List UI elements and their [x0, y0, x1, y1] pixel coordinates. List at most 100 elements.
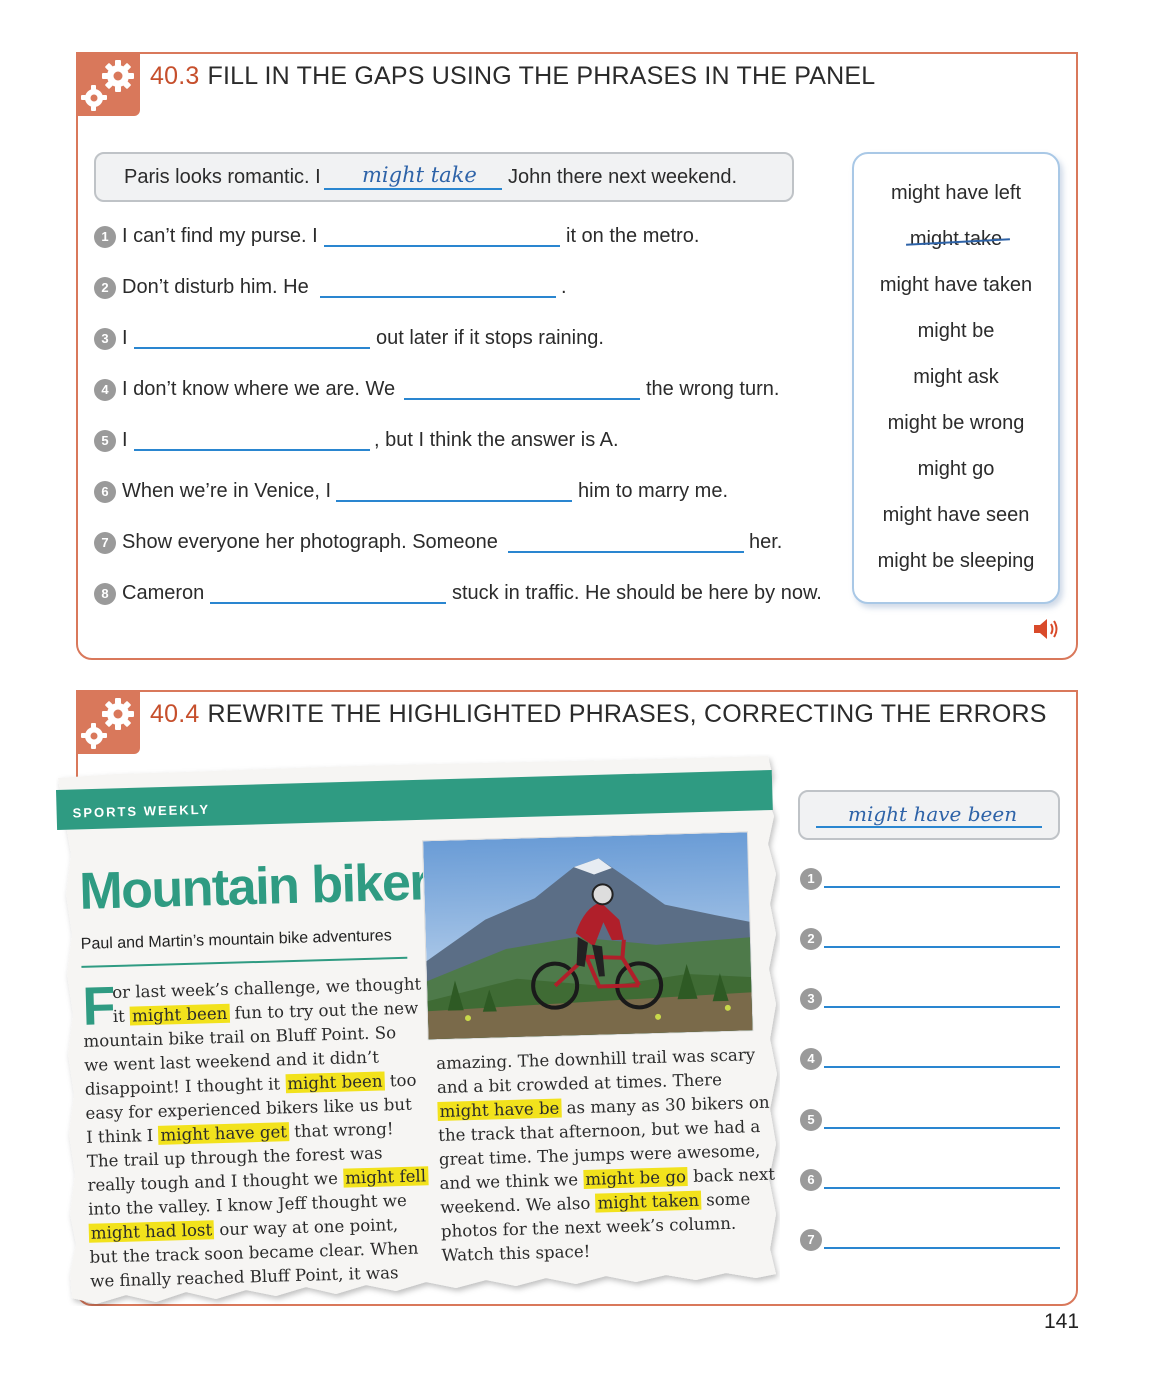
- article-dropcap: F: [81, 975, 117, 1037]
- panel-item: might ask: [913, 366, 999, 388]
- example-answer-box: might have been: [798, 790, 1060, 840]
- answer-line-1[interactable]: [824, 886, 1060, 888]
- text-run: some: [700, 1189, 751, 1210]
- panel-item: might go: [917, 458, 995, 480]
- text-run: our way at one point,: [213, 1215, 399, 1240]
- text-run: Watch this space!: [441, 1241, 591, 1265]
- example-gap-line: [324, 188, 502, 190]
- article: Mountain biker Paul and Martin’s mountai…: [76, 824, 788, 1291]
- answer-line-2[interactable]: [824, 946, 1060, 948]
- highlighted-phrase-1: might been: [129, 1003, 230, 1026]
- question-6-before: When we’re in Venice, I: [122, 480, 331, 502]
- panel-item: might be wrong: [887, 412, 1025, 434]
- article-subhead: Paul and Martin’s mountain bike adventur…: [80, 927, 392, 953]
- panel-item: might have seen: [882, 504, 1030, 526]
- mountain-biker-photo: [422, 831, 754, 1041]
- answer-number-5: 5: [800, 1109, 822, 1131]
- text-run: weekend. We also: [440, 1193, 596, 1217]
- exercise-heading: 40.3 FILL IN THE GAPS USING THE PHRASES I…: [150, 62, 875, 91]
- exercise-heading: 40.4 REWRITE THE HIGHLIGHTED PHRASES, COR…: [150, 700, 1047, 729]
- highlighted-phrase-7: might be go: [583, 1167, 689, 1189]
- highlighted-phrase-5: might had lost: [88, 1220, 215, 1243]
- panel-item: might be: [917, 320, 995, 342]
- exercise-40-3: 40.3 FILL IN THE GAPS USING THE PHRASES I…: [76, 52, 1078, 660]
- question-4-after: the wrong turn.: [646, 378, 780, 400]
- highlighted-phrase-6: might have be: [437, 1098, 562, 1122]
- question-6-gap[interactable]: [336, 500, 572, 502]
- exercise-title: REWRITE THE HIGHLIGHTED PHRASES, CORRECT…: [207, 700, 1047, 728]
- example-sentence: Paris looks romantic. I might take John …: [94, 152, 794, 202]
- question-4-before: I don’t know where we are. We: [122, 378, 396, 400]
- text-run: photos for the next week’s column.: [440, 1213, 737, 1241]
- answer-number-4: 4: [800, 1048, 822, 1070]
- question-number-3: 3: [94, 328, 116, 350]
- question-number-7: 7: [94, 532, 116, 554]
- panel-item: might have taken: [879, 274, 1033, 296]
- question-number-1: 1: [94, 226, 116, 248]
- answer-line-3[interactable]: [824, 1006, 1060, 1008]
- phrase-panel: might have left might take might have ta…: [852, 152, 1060, 604]
- question-number-8: 8: [94, 583, 116, 605]
- answer-line-7[interactable]: [824, 1247, 1060, 1249]
- panel-item: might be sleeping: [877, 550, 1035, 572]
- gear-icon: [76, 690, 140, 754]
- answer-number-3: 3: [800, 988, 822, 1010]
- question-number-6: 6: [94, 481, 116, 503]
- question-number-4: 4: [94, 379, 116, 401]
- article-headline: Mountain biker: [78, 853, 429, 921]
- question-5-before: I: [122, 429, 128, 451]
- text-run: and we think we: [439, 1169, 584, 1193]
- question-1-after: it on the metro.: [566, 225, 700, 247]
- question-2-after: .: [561, 276, 567, 298]
- question-7-gap[interactable]: [508, 551, 744, 553]
- page-number: 141: [1044, 1310, 1080, 1333]
- highlighted-phrase-3: might have get: [158, 1122, 290, 1145]
- banner-text: SPORTS WEEKLY: [72, 801, 211, 821]
- question-2-before: Don’t disturb him. He: [122, 276, 309, 298]
- highlighted-phrase-2: might been: [285, 1071, 385, 1094]
- panel-item: might have left: [890, 182, 1022, 204]
- question-6-after: him to marry me.: [578, 480, 729, 502]
- highlighted-phrase-8: might taken: [595, 1190, 702, 1213]
- panel-item-struck: might take: [909, 228, 1003, 250]
- gear-icon: [76, 52, 140, 116]
- speaker-icon[interactable]: [1032, 616, 1062, 647]
- example-answer: might take: [362, 163, 477, 187]
- question-number-2: 2: [94, 277, 116, 299]
- exercise-title: FILL IN THE GAPS USING THE PHRASES IN TH…: [207, 62, 876, 90]
- text-run: fun to try out the new: [229, 998, 419, 1023]
- text-run: too: [384, 1070, 417, 1091]
- question-8-before: Cameron: [122, 582, 205, 604]
- answer-number-2: 2: [800, 928, 822, 950]
- question-5-after: , but I think the answer is A.: [374, 429, 619, 451]
- text-run: as many as 30 bikers on: [561, 1092, 770, 1118]
- highlighted-phrase-4: might fell: [342, 1166, 429, 1188]
- question-1-gap[interactable]: [324, 245, 560, 247]
- question-5-gap[interactable]: [134, 449, 370, 451]
- answer-line-4[interactable]: [824, 1066, 1060, 1068]
- headline-rule: [81, 956, 408, 968]
- newspaper-clipping: SPORTS WEEKLY Mountain biker Paul and Ma…: [56, 754, 780, 1306]
- example-after: John there next weekend.: [508, 166, 738, 188]
- exercise-number: 40.3: [150, 62, 200, 90]
- question-2-gap[interactable]: [320, 296, 556, 298]
- question-3-after: out later if it stops raining.: [376, 327, 604, 349]
- text-run: that wrong!: [288, 1119, 394, 1142]
- question-1-before: I can’t find my purse. I: [122, 225, 318, 247]
- question-3-gap[interactable]: [134, 347, 370, 349]
- answer-line-5[interactable]: [824, 1127, 1060, 1129]
- answer-number-7: 7: [800, 1229, 822, 1251]
- text-run: back next: [687, 1164, 776, 1187]
- answer-line-6[interactable]: [824, 1187, 1060, 1189]
- answer-number-1: 1: [800, 868, 822, 890]
- question-7-after: her.: [749, 531, 783, 553]
- question-4-gap[interactable]: [404, 398, 640, 400]
- article-column-1: F or last week’s challenge, we thought i…: [82, 972, 431, 1293]
- question-3-before: I: [122, 327, 128, 349]
- text-run: I think I: [85, 1125, 159, 1147]
- article-column-2: amazing. The downhill trail was scary an…: [436, 1043, 782, 1268]
- question-8-gap[interactable]: [210, 602, 446, 604]
- question-8-after: stuck in traffic. He should be here by n…: [452, 582, 822, 604]
- exercise-number: 40.4: [150, 700, 200, 728]
- example-answer-line: [816, 826, 1042, 828]
